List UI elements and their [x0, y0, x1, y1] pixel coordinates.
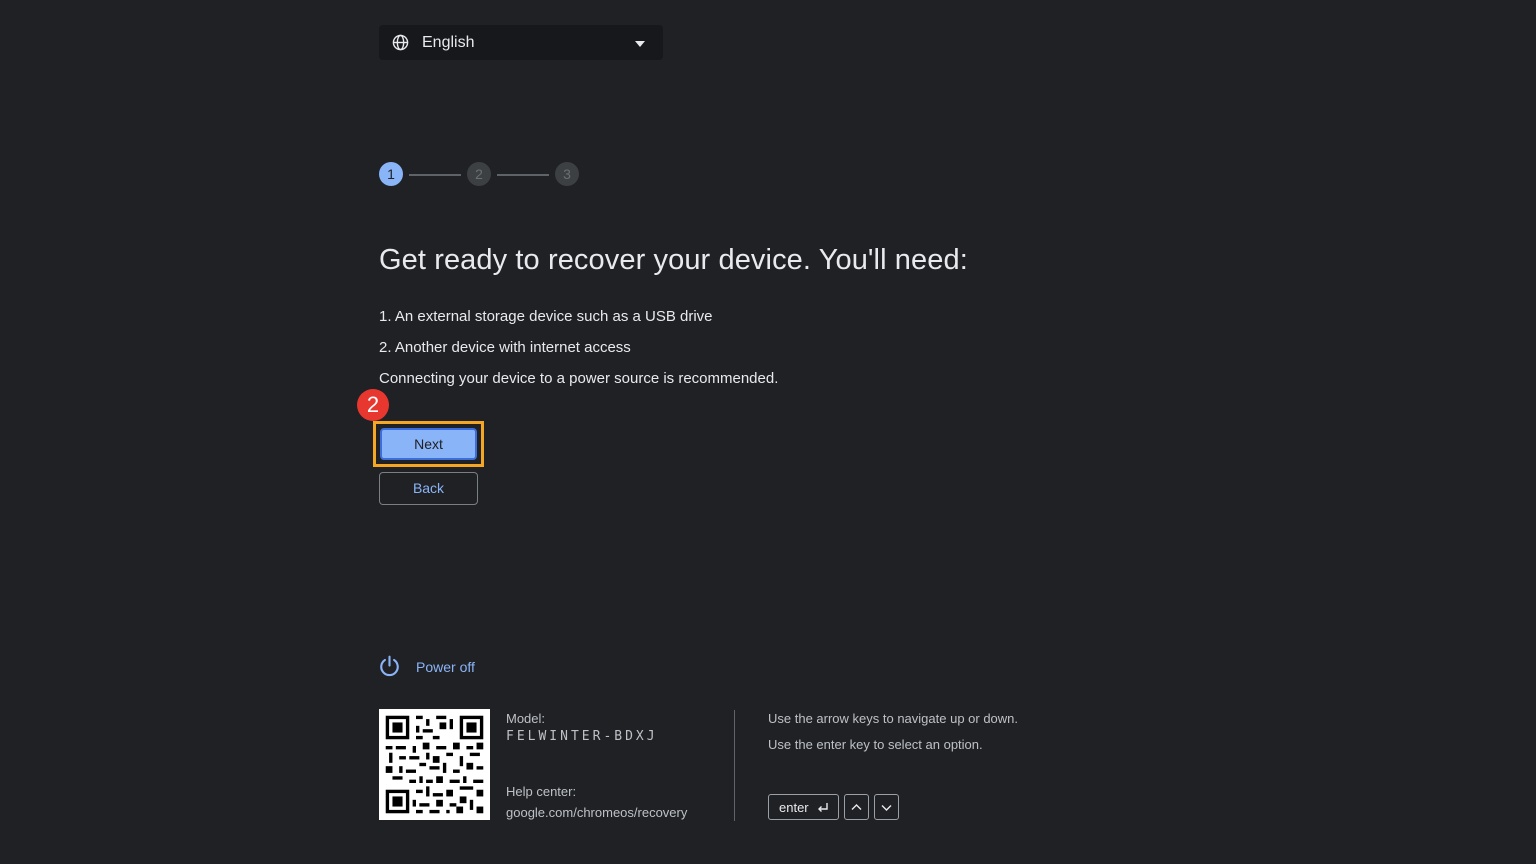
footer-divider [734, 710, 735, 821]
step-3-indicator: 3 [555, 162, 579, 186]
navigation-instruction: Use the arrow keys to navigate up or dow… [768, 711, 1019, 726]
language-dropdown[interactable]: English [379, 25, 663, 60]
page-title: Get ready to recover your device. You'll… [379, 244, 968, 276]
language-value: English [422, 34, 475, 51]
model-value: FELWINTER-BDXJ [506, 729, 658, 744]
help-center-label: Help center: [506, 784, 577, 799]
power-off-link[interactable]: Power off [416, 659, 475, 675]
model-label: Model: [506, 711, 546, 726]
step-connector [409, 174, 461, 176]
enter-key-hint: enter [768, 794, 839, 820]
power-icon[interactable] [378, 655, 401, 678]
up-key-hint [844, 794, 869, 820]
enter-key-label: enter [779, 800, 809, 815]
power-note: Connecting your device to a power source… [379, 370, 779, 387]
requirement-item: 2. Another device with internet access [379, 339, 631, 356]
qr-code [379, 709, 490, 820]
chevron-down-icon [881, 805, 892, 811]
back-button[interactable]: Back [379, 472, 478, 505]
step-2-indicator: 2 [467, 162, 491, 186]
chevron-up-icon [851, 804, 862, 810]
help-center-link: google.com/chromeos/recovery [506, 805, 688, 820]
caret-down-icon [635, 41, 645, 47]
next-button[interactable]: Next [380, 428, 477, 460]
selection-instruction: Use the enter key to select an option. [768, 737, 983, 752]
step-badge: 2 [357, 389, 389, 421]
return-arrow-icon [818, 803, 828, 812]
requirement-item: 1. An external storage device such as a … [379, 308, 713, 325]
step-connector [497, 174, 549, 176]
down-key-hint [874, 794, 899, 820]
step-1-indicator: 1 [379, 162, 403, 186]
globe-icon [392, 34, 409, 51]
